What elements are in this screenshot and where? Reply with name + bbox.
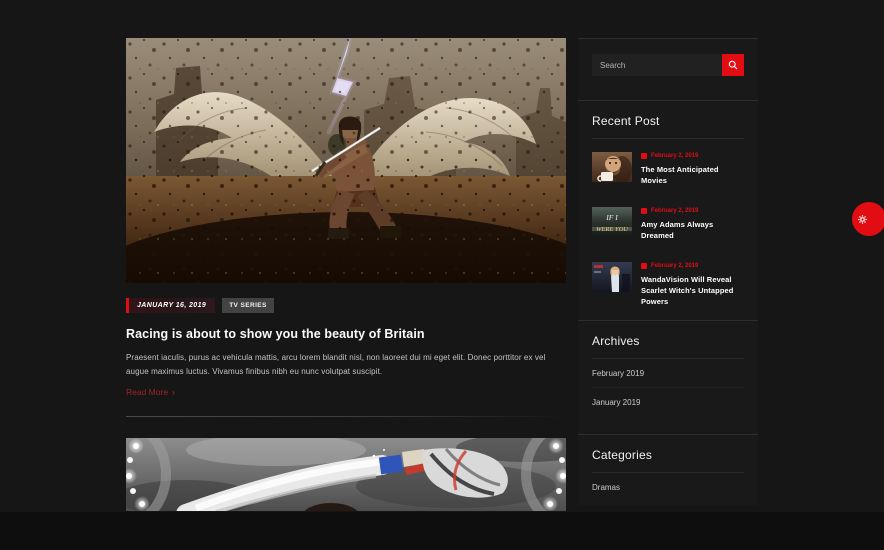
recent-post-date: February 2, 2019 [641, 263, 744, 269]
theme-settings-button[interactable] [852, 202, 884, 236]
search-button[interactable] [722, 54, 744, 76]
movie-poster-thumbnail: IF I WERE YOU [592, 207, 632, 237]
recent-post-date-text: February 2, 2019 [651, 208, 699, 214]
post-title[interactable]: Racing is about to show you the beauty o… [126, 327, 566, 341]
categories-widget: Categories Dramas [578, 434, 758, 505]
recent-post-date: February 2, 2019 [641, 153, 744, 159]
post-featured-image[interactable] [126, 38, 566, 283]
archive-link-january-2019[interactable]: January 2019 [592, 388, 744, 416]
sidebar: Recent Post [578, 38, 758, 505]
read-more-label: Read More [126, 387, 169, 397]
recent-post-title[interactable]: WandaVision Will Reveal Scarlet Witch's … [641, 274, 744, 307]
search-widget [578, 38, 758, 100]
calendar-icon [641, 263, 647, 269]
calendar-icon [641, 208, 647, 214]
recent-post-date-text: February 2, 2019 [651, 263, 699, 269]
post-date-badge: JANUARY 16, 2019 [126, 297, 216, 313]
categories-heading: Categories [592, 448, 653, 462]
post-meta-row: JANUARY 16, 2019 TV SERIES [126, 297, 566, 313]
recent-post-item[interactable]: February 2, 2019 WandaVision Will Reveal… [592, 262, 744, 307]
recent-post-date: February 2, 2019 [641, 208, 744, 214]
post-category-badge[interactable]: TV SERIES [222, 297, 274, 313]
archive-link-february-2019[interactable]: February 2019 [592, 359, 744, 388]
category-link-dramas[interactable]: Dramas [592, 473, 744, 501]
recent-post-date-text: February 2, 2019 [651, 153, 699, 159]
recent-posts-heading: Recent Post [592, 114, 660, 128]
coffee-man-thumbnail [592, 152, 632, 182]
post2-featured-image[interactable] [126, 438, 566, 511]
recent-post-title[interactable]: Amy Adams Always Dreamed [641, 219, 744, 241]
recent-post-title[interactable]: The Most Anticipated Movies [641, 164, 744, 186]
post-divider [126, 416, 566, 417]
recent-post-thumbnail [592, 152, 632, 182]
chevron-right-icon: › [172, 387, 175, 397]
calendar-icon [641, 153, 647, 159]
read-more-link[interactable]: Read More › [126, 387, 175, 397]
archives-widget: Archives February 2019 January 2019 [578, 320, 758, 434]
poster-text-line2: WERE YOU [596, 226, 629, 233]
goalkeeper-image [126, 438, 566, 511]
archives-heading: Archives [592, 334, 640, 348]
recent-post-item[interactable]: February 2, 2019 The Most Anticipated Mo… [592, 152, 744, 186]
recent-post-thumbnail [592, 262, 632, 292]
main-column: JANUARY 16, 2019 TV SERIES Racing is abo… [126, 38, 566, 511]
wandavision-thumbnail [592, 262, 632, 292]
fantasy-warrior-image [126, 38, 566, 283]
post-excerpt: Praesent iaculis, purus ac vehicula matt… [126, 353, 546, 376]
search-input[interactable] [592, 54, 722, 76]
heading-divider [592, 138, 744, 139]
search-icon [728, 60, 738, 70]
gear-icon [858, 214, 867, 224]
recent-post-thumbnail: IF I WERE YOU [592, 207, 632, 237]
recent-posts-widget: Recent Post February 2, 2019 The Most An… [578, 100, 758, 320]
poster-text-line1: IF I [605, 213, 618, 222]
recent-post-item[interactable]: IF I WERE YOU February 2, 2019 Amy Adams… [592, 207, 744, 241]
footer-band [0, 512, 884, 550]
